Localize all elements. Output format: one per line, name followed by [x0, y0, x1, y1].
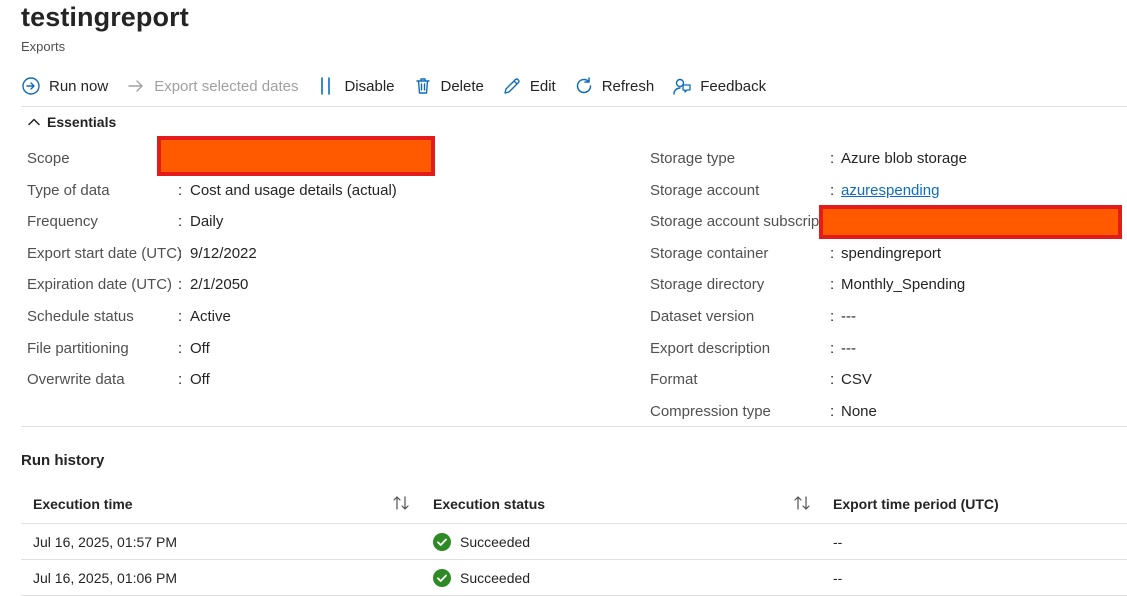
property-value: Active: [190, 307, 231, 325]
property-value: Cost and usage details (actual): [190, 181, 397, 199]
sort-icon[interactable]: [792, 494, 812, 512]
property-colon: :: [178, 371, 183, 389]
page-title: testingreport: [21, 2, 189, 32]
success-check-icon: [433, 532, 451, 551]
export-time-period-cell: --: [833, 533, 843, 550]
property-colon: :: [178, 276, 183, 294]
property-colon: :: [830, 339, 835, 357]
essentials-label: Essentials: [47, 114, 117, 130]
essentials-toggle[interactable]: Essentials: [27, 114, 116, 130]
property-colon: :: [178, 181, 183, 199]
property-label: Dataset version: [650, 307, 755, 325]
property-label: Storage account subscrip...: [650, 213, 832, 231]
property-label: Storage account: [650, 181, 760, 199]
property-value: None: [841, 402, 877, 420]
property-label: Schedule status: [27, 307, 134, 325]
property-value: CSV: [841, 371, 872, 389]
feedback-person-icon: [672, 76, 692, 96]
property-colon: :: [178, 339, 183, 357]
property-value: 2/1/2050: [190, 276, 249, 294]
sort-icon[interactable]: [391, 494, 411, 512]
run-arrow-icon: [21, 76, 41, 96]
arrow-right-icon: [126, 76, 146, 96]
property-colon: :: [178, 213, 183, 231]
property-label: Compression type: [650, 402, 771, 420]
property-label: Storage directory: [650, 276, 765, 294]
edit-label: Edit: [529, 77, 556, 95]
disable-button[interactable]: Disable: [316, 70, 395, 102]
feedback-label: Feedback: [700, 77, 767, 95]
refresh-button[interactable]: Refresh: [574, 70, 655, 102]
column-header-export-time-period[interactable]: Export time period (UTC): [833, 484, 999, 523]
property-value: Daily: [190, 213, 224, 231]
export-time-period-cell: --: [833, 569, 843, 586]
property-label: Storage container: [650, 244, 769, 262]
table-row[interactable]: Jul 16, 2025, 01:06 PM Succeeded --: [21, 560, 1127, 596]
export-selected-dates-button[interactable]: Export selected dates: [126, 70, 298, 102]
property-colon: :: [830, 244, 835, 262]
status-text: Succeeded: [460, 533, 531, 550]
property-label: Format: [650, 371, 698, 389]
property-colon: :: [178, 244, 183, 262]
run-history-grid: Execution time Execution status Export t…: [21, 484, 1127, 596]
chevron-up-icon: [28, 118, 40, 126]
property-label: Frequency: [27, 213, 98, 231]
property-value: 9/12/2022: [190, 244, 257, 262]
redaction-box: [819, 205, 1122, 240]
property-value: Off: [190, 339, 210, 357]
pencil-icon: [502, 76, 522, 96]
grid-header-row: Execution time Execution status Export t…: [21, 484, 1127, 524]
property-value: ---: [841, 339, 856, 357]
storage-account-link[interactable]: azurespending: [841, 175, 939, 207]
column-header-execution-time[interactable]: Execution time: [33, 484, 133, 523]
property-colon: :: [830, 371, 835, 389]
property-label: Overwrite data: [27, 371, 125, 389]
property-value: Off: [190, 371, 210, 389]
property-label: Expiration date (UTC): [27, 276, 173, 294]
pause-icon: [316, 76, 336, 96]
delete-label: Delete: [440, 77, 484, 95]
property-value: ---: [841, 307, 856, 325]
redaction-box: [157, 136, 435, 176]
page-subtitle: Exports: [21, 39, 66, 54]
execution-status-cell: Succeeded: [433, 560, 530, 595]
export-selected-dates-label: Export selected dates: [154, 77, 299, 95]
feedback-button[interactable]: Feedback: [672, 70, 766, 102]
property-label: Scope: [27, 150, 70, 167]
property-colon: :: [830, 307, 835, 325]
execution-time-cell: Jul 16, 2025, 01:06 PM: [33, 569, 177, 586]
property-colon: :: [830, 181, 835, 199]
property-label: Export start date (UTC): [27, 244, 183, 262]
property-label: File partitioning: [27, 339, 129, 357]
run-now-label: Run now: [49, 77, 109, 95]
property-value: spendingreport: [841, 244, 942, 262]
refresh-icon: [574, 76, 594, 96]
edit-button[interactable]: Edit: [502, 70, 556, 102]
success-check-icon: [433, 568, 451, 587]
command-bar: Run now Export selected dates Disable De…: [21, 70, 784, 102]
property-colon: :: [178, 307, 183, 325]
delete-button[interactable]: Delete: [413, 70, 484, 102]
run-now-button[interactable]: Run now: [21, 70, 108, 102]
property-value: Monthly_Spending: [841, 276, 966, 294]
property-label: Type of data: [27, 181, 110, 199]
execution-time-cell: Jul 16, 2025, 01:57 PM: [33, 533, 177, 550]
execution-status-cell: Succeeded: [433, 524, 530, 559]
property-value: Azure blob storage: [841, 150, 967, 167]
property-colon: :: [830, 276, 835, 294]
toolbar-divider: [21, 106, 1127, 107]
refresh-label: Refresh: [601, 77, 655, 95]
property-colon: :: [830, 402, 835, 420]
trash-icon: [413, 76, 433, 96]
status-text: Succeeded: [460, 569, 531, 586]
property-label: Export description: [650, 339, 771, 357]
disable-label: Disable: [344, 77, 395, 95]
run-history-title: Run history: [21, 452, 105, 469]
essentials-divider: [21, 426, 1127, 427]
table-row[interactable]: Jul 16, 2025, 01:57 PM Succeeded --: [21, 524, 1127, 560]
property-colon: :: [830, 150, 835, 167]
property-label: Storage type: [650, 150, 736, 167]
column-header-execution-status[interactable]: Execution status: [433, 484, 545, 523]
